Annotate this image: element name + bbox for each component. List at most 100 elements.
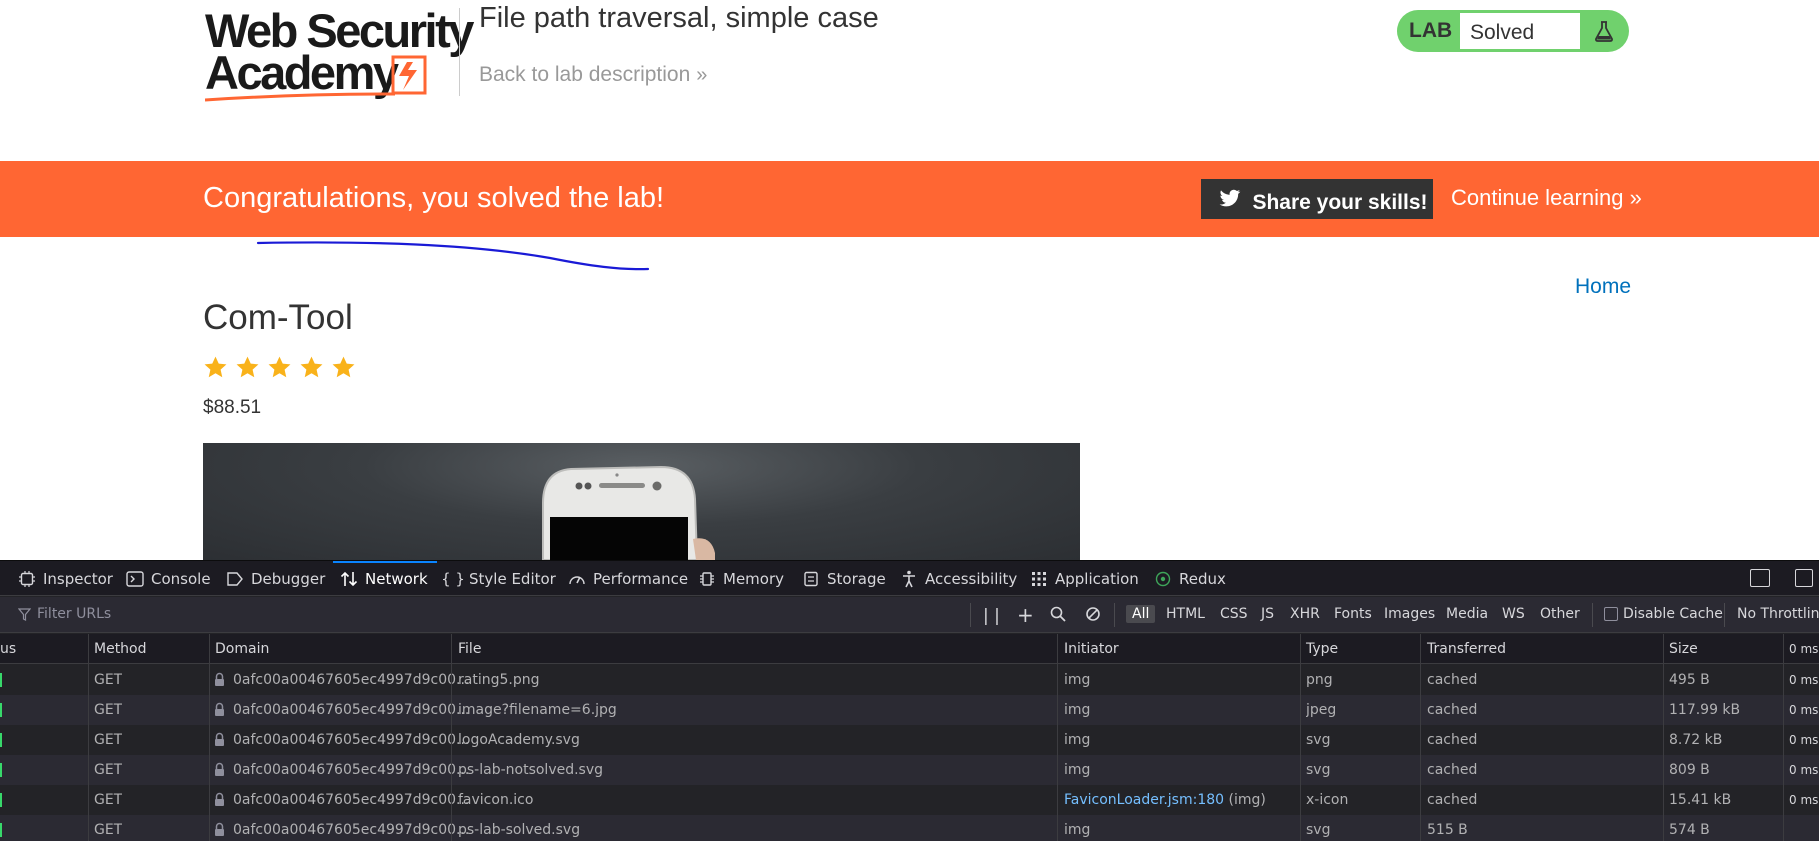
type-filter-ws[interactable]: WS — [1502, 606, 1525, 622]
type-filter-xhr[interactable]: XHR — [1290, 606, 1320, 622]
add-request-icon[interactable]: + — [1017, 603, 1034, 627]
header-divider — [459, 8, 460, 96]
cell-initiator: img — [1064, 732, 1091, 748]
debugger-icon — [226, 570, 244, 588]
cell-initiator: img — [1064, 822, 1091, 838]
lab-badge: LAB — [1409, 19, 1453, 42]
type-filter-css[interactable]: CSS — [1220, 606, 1248, 622]
column-header-domain[interactable]: Domain — [215, 641, 269, 657]
table-row[interactable]: GET 0afc00a00467605ec4997d9c00... image?fi… — [0, 695, 1819, 725]
tab-label: Console — [151, 569, 211, 588]
lock-icon — [215, 792, 224, 806]
column-header-initiator[interactable]: Initiator — [1064, 641, 1119, 657]
cell-method: GET — [94, 822, 123, 838]
tab-label: Performance — [593, 569, 689, 588]
column-header-method[interactable]: Method — [94, 641, 147, 657]
tab-redux[interactable]: Redux — [1154, 561, 1226, 596]
type-filter-images[interactable]: Images — [1384, 606, 1435, 622]
filter-icon — [18, 607, 31, 621]
home-link[interactable]: Home — [1575, 275, 1631, 299]
column-separator — [451, 634, 452, 841]
tab-style-editor[interactable]: { } Style Editor — [441, 561, 556, 596]
web-security-academy-logo[interactable]: Web Security Academy — [205, 7, 474, 102]
column-separator — [209, 634, 210, 841]
type-filter-all[interactable]: All — [1126, 605, 1156, 623]
cell-method: GET — [94, 672, 123, 688]
cell-method: GET — [94, 762, 123, 778]
tab-label: Accessibility — [925, 569, 1018, 588]
twitter-icon — [1219, 189, 1241, 207]
tab-debugger[interactable]: Debugger — [226, 561, 325, 596]
tab-inspector[interactable]: Inspector — [18, 561, 113, 596]
clear-icon[interactable] — [1085, 606, 1101, 627]
back-to-lab-description-link[interactable]: Back to lab description» — [479, 63, 707, 87]
type-filter-other[interactable]: Other — [1540, 606, 1580, 622]
column-header-file[interactable]: File — [458, 641, 481, 657]
cell-size: 117.99 kB — [1669, 702, 1741, 718]
checkbox-box — [1604, 607, 1618, 621]
tab-application[interactable]: Application — [1030, 561, 1139, 596]
initiator-link[interactable]: FaviconLoader.jsm:180 — [1064, 792, 1224, 808]
lock-icon — [215, 732, 224, 746]
cell-domain: 0afc00a00467605ec4997d9c00... — [233, 732, 470, 748]
logo-lightning-icon — [205, 55, 427, 102]
column-header-status[interactable]: us — [0, 641, 16, 657]
continue-learning-link[interactable]: Continue learning » — [1451, 185, 1642, 211]
pause-icon[interactable]: | | — [983, 606, 1000, 626]
share-skills-button[interactable]: Share your skills! — [1201, 179, 1433, 219]
cell-transferred: cached — [1427, 672, 1478, 688]
table-row[interactable]: GET 0afc00a00467605ec4997d9c00... rating5.… — [0, 665, 1819, 695]
type-filter-html[interactable]: HTML — [1166, 606, 1205, 622]
tab-network[interactable]: Network — [333, 561, 437, 596]
lock-icon — [215, 702, 224, 716]
filter-urls-input[interactable]: Filter URLs — [18, 606, 111, 622]
tab-label: Inspector — [43, 569, 113, 588]
type-filter-js[interactable]: JS — [1261, 606, 1274, 622]
type-filter-fonts[interactable]: Fonts — [1334, 606, 1372, 622]
column-header-type[interactable]: Type — [1306, 641, 1338, 657]
disable-cache-label: Disable Cache — [1623, 606, 1723, 622]
table-row[interactable]: GET 0afc00a00467605ec4997d9c00... ps-lab-s… — [0, 815, 1819, 841]
lock-icon — [215, 672, 224, 686]
table-row[interactable]: GET 0afc00a00467605ec4997d9c00... ps-lab-n… — [0, 755, 1819, 785]
cell-file: rating5.png — [458, 672, 540, 688]
share-button-label: Share your skills! — [1252, 191, 1428, 214]
table-row[interactable]: GET 0afc00a00467605ec4997d9c00... logoAcad… — [0, 725, 1819, 755]
column-header-transferred[interactable]: Transferred — [1427, 641, 1506, 657]
browser-viewport: Web Security Academy File path traversal… — [0, 0, 1819, 841]
star-icon — [236, 356, 259, 378]
cell-type: svg — [1306, 762, 1331, 778]
toolbar-separator — [1592, 603, 1593, 627]
column-header-size[interactable]: Size — [1669, 641, 1698, 657]
cell-domain: 0afc00a00467605ec4997d9c00... — [233, 702, 470, 718]
product-price: $88.51 — [203, 397, 262, 418]
cell-transferred: cached — [1427, 792, 1478, 808]
cell-type: png — [1306, 672, 1333, 688]
tab-accessibility[interactable]: Accessibility — [900, 561, 1017, 596]
tab-memory[interactable]: Memory — [698, 561, 784, 596]
dock-layout-icon[interactable] — [1750, 569, 1770, 587]
tab-storage[interactable]: Storage — [802, 561, 886, 596]
cell-size: 809 B — [1669, 762, 1710, 778]
tab-performance[interactable]: Performance — [568, 561, 688, 596]
initiator-suffix: (img) — [1224, 792, 1266, 808]
lab-status-widget: LAB Solved — [1397, 10, 1629, 52]
cell-type: jpeg — [1306, 702, 1337, 718]
table-row[interactable]: GET 0afc00a00467605ec4997d9c00... favicon.… — [0, 785, 1819, 815]
status-indicator — [0, 733, 2, 747]
star-icon — [300, 356, 323, 378]
rating-stars — [203, 355, 356, 380]
lab-title: File path traversal, simple case — [479, 2, 879, 34]
memory-icon — [698, 570, 716, 588]
back-link-label: Back to lab description — [479, 63, 691, 86]
separate-window-icon[interactable] — [1795, 569, 1813, 587]
double-chevron-right-icon: » — [696, 64, 708, 86]
toolbar-separator — [1114, 603, 1115, 627]
type-filter-media[interactable]: Media — [1446, 606, 1488, 622]
column-header-timeline[interactable]: 0 ms — [1789, 642, 1818, 656]
performance-icon — [568, 570, 586, 588]
disable-cache-checkbox[interactable]: Disable Cache — [1604, 606, 1723, 622]
search-icon[interactable] — [1050, 606, 1066, 627]
throttling-select[interactable]: No Throttling — [1737, 606, 1819, 622]
tab-console[interactable]: Console — [126, 561, 211, 596]
